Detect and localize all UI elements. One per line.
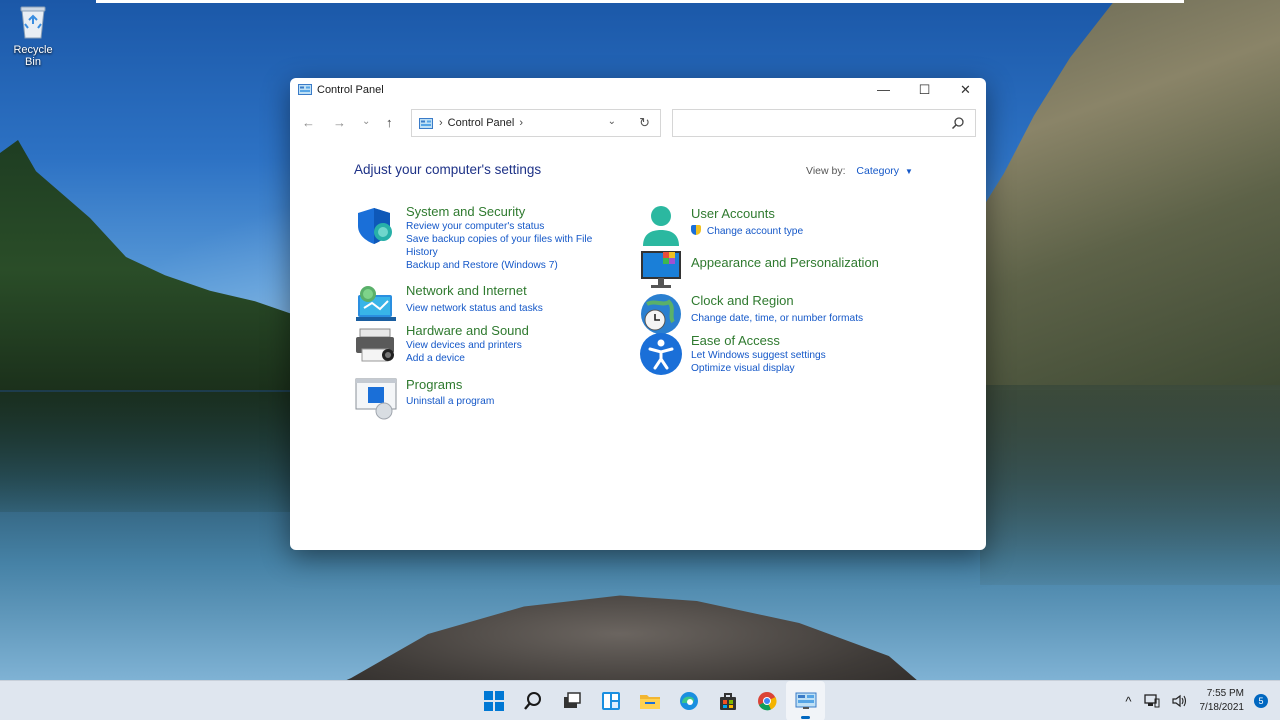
view-devices-printers-link[interactable]: View devices and printers — [406, 339, 529, 352]
review-computer-status-link[interactable]: Review your computer's status — [406, 220, 592, 233]
breadcrumb-separator[interactable]: › — [439, 117, 443, 129]
volume-icon[interactable] — [1171, 694, 1188, 708]
recycle-bin-icon — [17, 4, 49, 40]
wallpaper-reflection-right — [980, 385, 1280, 585]
category-title[interactable]: Appearance and Personalization — [691, 255, 879, 271]
category-network-and-internet: Network and Internet View network status… — [354, 283, 543, 327]
view-network-status-link[interactable]: View network status and tasks — [406, 302, 543, 315]
address-dropdown-button[interactable]: ⌄ — [608, 116, 616, 127]
accessibility-icon[interactable] — [639, 332, 683, 376]
category-clock-and-region: Clock and Region Change date, time, or n… — [639, 292, 863, 336]
screen-top-edge — [96, 0, 1184, 3]
clock[interactable]: 7:55 PM 7/18/2021 — [1200, 687, 1245, 715]
change-date-time-link[interactable]: Change date, time, or number formats — [691, 312, 863, 325]
search-icon[interactable] — [951, 116, 965, 130]
category-ease-of-access: Ease of Access Let Windows suggest setti… — [639, 332, 826, 376]
category-title[interactable]: User Accounts — [691, 206, 803, 222]
backup-and-restore-link[interactable]: Backup and Restore (Windows 7) — [406, 259, 592, 272]
forward-button[interactable]: → — [333, 115, 346, 130]
view-by-label: View by: — [806, 165, 846, 177]
wallpaper-reflection-left — [0, 392, 290, 512]
control-panel-icon — [298, 84, 312, 95]
recent-locations-button[interactable]: ⌄ — [362, 116, 370, 127]
page-heading: Adjust your computer's settings — [354, 162, 542, 177]
search-icon[interactable] — [513, 681, 552, 720]
let-windows-suggest-link[interactable]: Let Windows suggest settings — [691, 349, 826, 362]
category-appearance-personalization: Appearance and Personalization — [639, 248, 879, 292]
user-icon[interactable] — [639, 204, 683, 248]
widgets-icon[interactable] — [591, 681, 630, 720]
category-title[interactable]: Ease of Access — [691, 333, 826, 349]
clock-date: 7/18/2021 — [1199, 702, 1245, 713]
clock-time: 7:55 PM — [1206, 688, 1244, 699]
uac-shield-icon — [691, 225, 701, 235]
back-button[interactable]: ← — [302, 115, 315, 130]
programs-icon[interactable] — [354, 377, 398, 421]
monitor-icon[interactable] — [639, 248, 683, 292]
task-view-icon[interactable] — [552, 681, 591, 720]
clock-globe-icon[interactable] — [639, 292, 683, 336]
category-title[interactable]: Network and Internet — [406, 283, 543, 299]
navigation-bar: ← → ⌄ ↑ › Control Panel › ⌄ ↻ — [290, 109, 986, 137]
category-title[interactable]: Clock and Region — [691, 293, 863, 309]
control-panel-window: Control Panel — ☐ ✕ ← → ⌄ ↑ › Control Pa… — [290, 78, 986, 550]
control-panel-icon — [419, 117, 433, 129]
view-by-selector: View by: Category ▼ — [806, 165, 913, 177]
network-icon[interactable] — [354, 283, 398, 327]
edge-icon[interactable] — [669, 681, 708, 720]
category-system-and-security: System and Security Review your computer… — [354, 204, 592, 272]
minimize-button[interactable]: — — [863, 78, 904, 101]
category-title[interactable]: Hardware and Sound — [406, 323, 529, 339]
view-by-dropdown[interactable]: Category — [856, 165, 899, 177]
system-tray: ^ 7:55 PM 7/18/2021 5 — [1125, 681, 1280, 720]
address-bar[interactable]: › Control Panel › ⌄ ↻ — [411, 109, 661, 137]
close-button[interactable]: ✕ — [945, 78, 986, 101]
control-panel-icon[interactable] — [786, 681, 825, 720]
recycle-bin-desktop-icon[interactable]: Recycle Bin — [4, 4, 62, 68]
network-icon[interactable] — [1143, 694, 1160, 708]
change-account-type-link[interactable]: Change account type — [691, 225, 803, 238]
maximize-button[interactable]: ☐ — [904, 78, 945, 101]
notification-badge[interactable]: 5 — [1254, 694, 1268, 708]
category-title[interactable]: System and Security — [406, 204, 592, 220]
category-user-accounts: User Accounts Change account type — [639, 204, 803, 248]
search-control-panel[interactable] — [672, 109, 976, 137]
add-device-link[interactable]: Add a device — [406, 352, 529, 365]
save-backup-copies-link[interactable]: History — [406, 246, 592, 259]
save-backup-copies-link[interactable]: Save backup copies of your files with Fi… — [406, 233, 592, 246]
chevron-down-icon[interactable]: ▼ — [905, 167, 913, 176]
printer-icon[interactable] — [354, 323, 398, 367]
taskbar-apps — [474, 681, 825, 720]
refresh-button[interactable]: ↻ — [639, 115, 650, 131]
chrome-icon[interactable] — [747, 681, 786, 720]
up-button[interactable]: ↑ — [386, 115, 393, 130]
breadcrumb-control-panel[interactable]: Control Panel — [448, 117, 515, 129]
uninstall-program-link[interactable]: Uninstall a program — [406, 395, 494, 408]
change-account-type-label[interactable]: Change account type — [707, 226, 803, 237]
show-hidden-icons-button[interactable]: ^ — [1125, 694, 1131, 709]
window-title: Control Panel — [317, 83, 384, 96]
category-hardware-and-sound: Hardware and Sound View devices and prin… — [354, 323, 529, 367]
file-explorer-icon[interactable] — [630, 681, 669, 720]
store-icon[interactable] — [708, 681, 747, 720]
recycle-bin-label: Recycle Bin — [13, 44, 53, 68]
shield-icon[interactable] — [354, 204, 398, 248]
search-input[interactable] — [673, 110, 933, 136]
title-bar[interactable]: Control Panel — ☐ ✕ — [290, 78, 986, 101]
taskbar: ^ 7:55 PM 7/18/2021 5 — [0, 680, 1280, 720]
category-programs: Programs Uninstall a program — [354, 377, 494, 421]
breadcrumb-separator[interactable]: › — [519, 117, 523, 129]
optimize-visual-display-link[interactable]: Optimize visual display — [691, 362, 826, 375]
windows-start-icon[interactable] — [474, 681, 513, 720]
category-title[interactable]: Programs — [406, 377, 494, 393]
